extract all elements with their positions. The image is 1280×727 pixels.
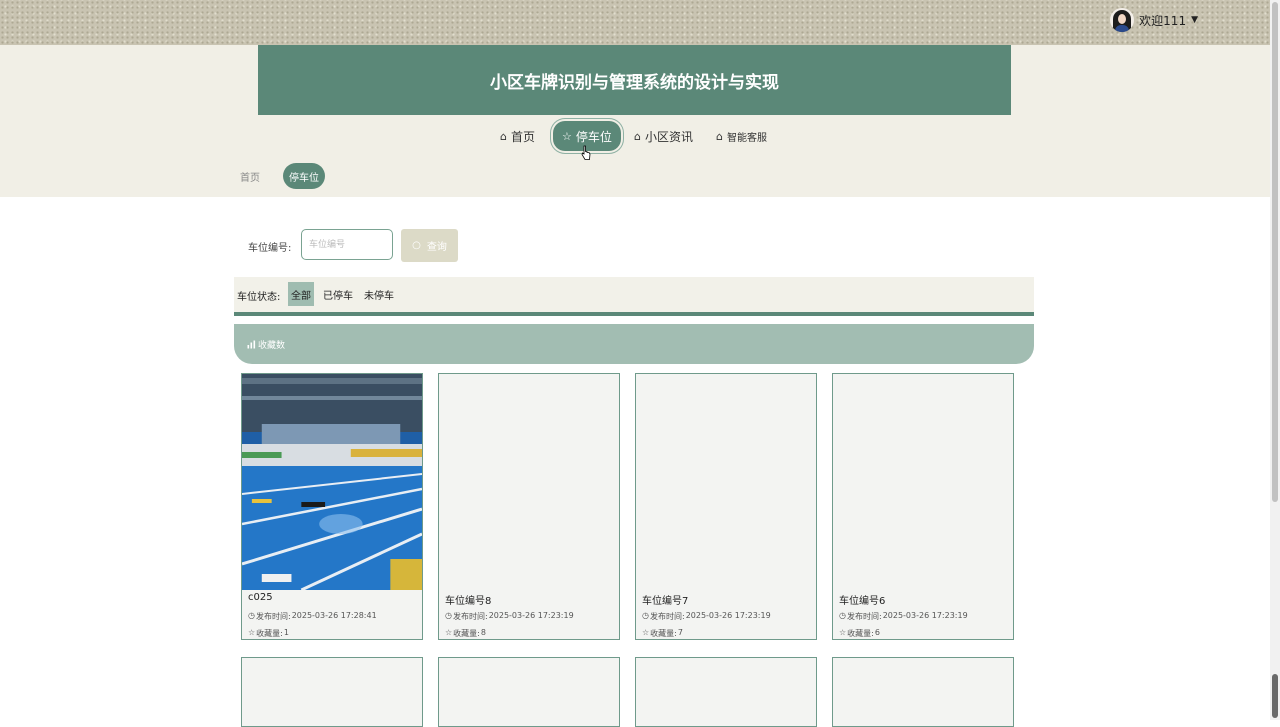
scroll-to-top-handle[interactable] — [1272, 674, 1278, 718]
card-favorites: ☆ 收藏量: 1 — [248, 628, 289, 639]
home-icon: ⌂ — [500, 129, 507, 143]
sort-bar: 收藏数 — [234, 324, 1034, 364]
star-icon: ☆ — [562, 129, 572, 143]
publish-time-label: 发布时间: — [846, 612, 882, 621]
search-input[interactable] — [301, 229, 393, 260]
card-publish-time: ◷ 发布时间: 2025-03-26 17:28:41 — [248, 611, 377, 622]
nav-service[interactable]: ⌂ 智能客服 — [716, 121, 767, 151]
bar-chart-icon — [247, 340, 256, 349]
filter-all[interactable]: 全部 — [288, 282, 314, 306]
nav-home-label: 首页 — [510, 129, 535, 144]
search-button-label: 查询 — [426, 242, 447, 253]
site-title: 小区车牌识别与管理系统的设计与实现 — [490, 72, 779, 93]
star-icon: ☆ — [248, 628, 256, 637]
parking-card[interactable] — [832, 657, 1014, 727]
parking-card[interactable]: c025 ◷ 发布时间: 2025-03-26 17:28:41 ☆ 收藏量: 1 — [241, 373, 423, 640]
publish-time-value: 2025-03-26 17:23:19 — [488, 611, 574, 620]
search-button[interactable]: ○ 查询 — [401, 229, 458, 262]
search-icon: ○ — [412, 240, 421, 251]
publish-time-value: 2025-03-26 17:23:19 — [882, 611, 968, 620]
favorites-label: 收藏量: — [650, 629, 677, 638]
nav-service-label: 智能客服 — [726, 132, 767, 144]
clock-icon: ◷ — [642, 611, 649, 620]
avatar[interactable] — [1110, 8, 1135, 32]
parking-photo — [242, 374, 422, 590]
nav-news[interactable]: ⌂ 小区资讯 — [634, 121, 693, 151]
user-menu[interactable]: 欢迎111 ▼ — [1110, 8, 1198, 32]
favorites-label: 收藏量: — [256, 629, 283, 638]
card-title: c025 — [248, 592, 273, 603]
filter-empty[interactable]: 未停车 — [361, 282, 397, 306]
parking-card[interactable]: 车位编号7 ◷ 发布时间: 2025-03-26 17:23:19 ☆ 收藏量: 7 — [635, 373, 817, 640]
clock-icon: ◷ — [248, 611, 255, 620]
hand-cursor-icon — [581, 145, 591, 160]
caret-down-icon[interactable]: ▼ — [1191, 15, 1198, 25]
parking-card[interactable] — [241, 657, 423, 727]
site-title-banner: 小区车牌识别与管理系统的设计与实现 — [258, 45, 1011, 115]
card-favorites: ☆ 收藏量: 6 — [839, 628, 880, 639]
card-favorites: ☆ 收藏量: 8 — [445, 628, 486, 639]
star-icon: ☆ — [839, 628, 847, 637]
card-publish-time: ◷ 发布时间: 2025-03-26 17:23:19 — [642, 611, 771, 622]
favorites-value: 6 — [874, 628, 880, 637]
breadcrumb-current: 停车位 — [283, 163, 325, 189]
filter-parked[interactable]: 已停车 — [320, 282, 356, 306]
sort-favorites[interactable]: 收藏数 — [247, 338, 285, 351]
main-nav: ⌂ 首页 ☆ 停车位 ⌂ 小区资讯 ⌂ 智能客服 — [0, 121, 1270, 151]
card-title: 车位编号8 — [445, 596, 492, 607]
home-icon: ⌂ — [634, 129, 641, 143]
clock-icon: ◷ — [445, 611, 452, 620]
favorites-value: 1 — [283, 628, 289, 637]
favorites-value: 7 — [677, 628, 683, 637]
card-title: 车位编号6 — [839, 596, 886, 607]
status-filter-bar: 车位状态: 全部 已停车 未停车 — [234, 277, 1034, 316]
card-publish-time: ◷ 发布时间: 2025-03-26 17:23:19 — [445, 611, 574, 622]
breadcrumb-home[interactable]: 首页 — [240, 169, 260, 184]
user-greeting[interactable]: 欢迎111 — [1139, 12, 1186, 29]
star-icon: ☆ — [642, 628, 650, 637]
parking-card[interactable]: 车位编号6 ◷ 发布时间: 2025-03-26 17:23:19 ☆ 收藏量: 6 — [832, 373, 1014, 640]
card-title: 车位编号7 — [642, 596, 689, 607]
card-publish-time: ◷ 发布时间: 2025-03-26 17:23:19 — [839, 611, 968, 622]
nav-home[interactable]: ⌂ 首页 — [500, 121, 535, 151]
favorites-label: 收藏量: — [453, 629, 480, 638]
sort-label: 收藏数 — [258, 341, 286, 351]
scrollbar-thumb[interactable] — [1272, 2, 1278, 502]
publish-time-label: 发布时间: — [649, 612, 685, 621]
filter-label: 车位状态: — [237, 292, 281, 303]
nav-news-label: 小区资讯 — [644, 129, 693, 144]
parking-card[interactable] — [635, 657, 817, 727]
home-icon: ⌂ — [716, 129, 723, 143]
publish-time-value: 2025-03-26 17:28:41 — [291, 611, 377, 620]
publish-time-label: 发布时间: — [255, 612, 291, 621]
parking-card[interactable] — [438, 657, 620, 727]
star-icon: ☆ — [445, 628, 453, 637]
parking-card[interactable]: 车位编号8 ◷ 发布时间: 2025-03-26 17:23:19 ☆ 收藏量: 8 — [438, 373, 620, 640]
publish-time-value: 2025-03-26 17:23:19 — [685, 611, 771, 620]
search-label: 车位编号: — [248, 243, 292, 254]
card-favorites: ☆ 收藏量: 7 — [642, 628, 683, 639]
page-scrollbar[interactable] — [1270, 0, 1280, 720]
favorites-value: 8 — [480, 628, 486, 637]
publish-time-label: 发布时间: — [452, 612, 488, 621]
nav-parking-label: 停车位 — [575, 129, 612, 144]
favorites-label: 收藏量: — [847, 629, 874, 638]
clock-icon: ◷ — [839, 611, 846, 620]
top-texture-bar: 欢迎111 ▼ — [0, 0, 1270, 45]
